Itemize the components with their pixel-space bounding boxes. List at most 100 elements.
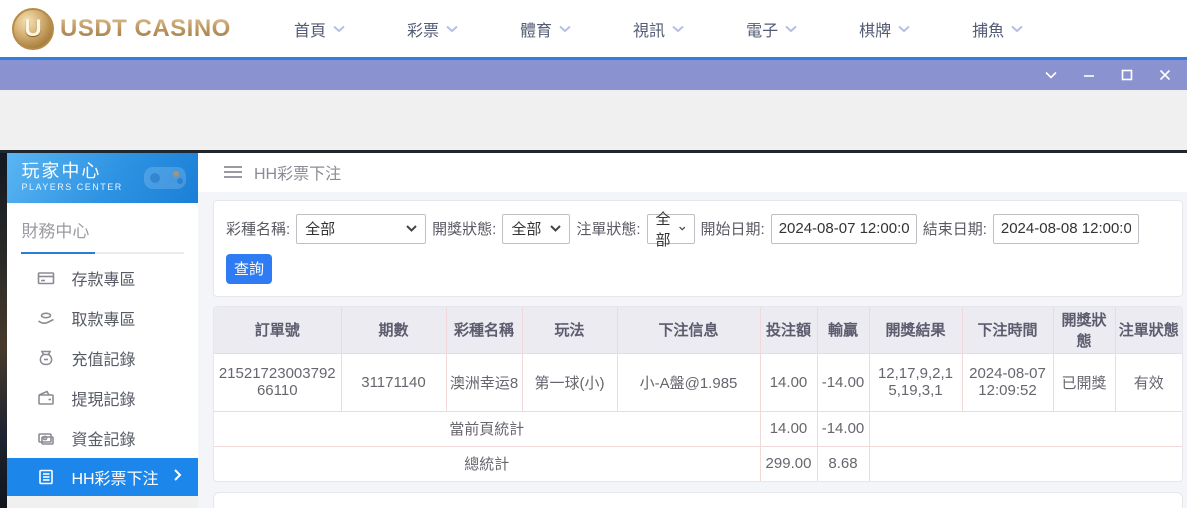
cell-order-no: 2152172300379266110 [214,353,341,411]
sidebar-item-withdraw[interactable]: 取款專區 [7,298,198,338]
chevron-down-icon [446,25,458,33]
page-title: HH彩票下注 [254,160,341,184]
lottery-select[interactable]: 全部 [296,214,426,244]
col-order-no: 訂單號 [214,307,341,354]
main-nav: 首頁 彩票 體育 視訊 電子 棋牌 捕魚 [294,17,1023,41]
col-play: 玩法 [522,307,617,354]
page-summary-row: 當前頁統計 14.00 -14.00 [214,411,1182,446]
breadcrumb: HH彩票下注 [198,153,1187,192]
main-content: HH彩票下注 彩種名稱: 全部 開獎狀態: 全部 注單狀態: [198,153,1187,508]
sidebar-item-label: 存款專區 [71,266,135,290]
order-status-select-value: 全部 [656,208,674,250]
total-summary-bet-amount: 299.00 [760,446,817,481]
close-icon[interactable] [1157,67,1173,83]
players-center-header: 玩家中心 PLAYERS CENTER [7,153,198,203]
withdrawal-record-icon [37,389,55,407]
start-date-input[interactable] [771,214,917,244]
start-date-label: 開始日期: [701,218,765,239]
nav-item-boardgames[interactable]: 棋牌 [859,17,910,41]
chevron-down-icon [559,25,571,33]
search-button[interactable]: 查詢 [226,254,272,284]
order-status-select-label: 注單狀態: [576,218,640,239]
end-date-input[interactable] [993,214,1139,244]
chevron-down-icon[interactable] [1043,67,1059,83]
draw-status-select[interactable]: 全部 [502,214,570,244]
sidebar-item-hh-lottery-bets[interactable]: HH彩票下注 [7,458,198,496]
sidebar-item-label: 取款專區 [71,306,135,330]
nav-item-slots[interactable]: 電子 [746,17,797,41]
nav-item-label: 視訊 [633,17,665,41]
col-draw-result: 開獎結果 [869,307,962,354]
total-summary-win-loss: 8.68 [817,446,869,481]
sidebar-item-deposit[interactable]: 存款專區 [7,258,198,298]
col-lottery: 彩種名稱 [446,307,522,354]
cell-order-status: 有效 [1115,353,1182,411]
nav-item-video[interactable]: 視訊 [633,17,684,41]
sidebar-body: 財務中心 存款專區 取款專區 [7,203,198,496]
cell-draw-result: 12,17,9,2,15,19,3,1 [869,353,962,411]
bets-table: 訂單號 期數 彩種名稱 玩法 下注信息 投注額 輸贏 開獎結果 下注時間 開獎狀… [214,307,1182,482]
draw-status-select-label: 開獎狀態: [432,218,496,239]
nav-item-fishing[interactable]: 捕魚 [972,17,1023,41]
recharge-bag-icon [37,349,55,367]
cell-lottery: 澳洲幸运8 [446,353,522,411]
page-summary-empty [869,411,1182,446]
bets-table-panel: 訂單號 期數 彩種名稱 玩法 下注信息 投注額 輸贏 開獎結果 下注時間 開獎狀… [213,306,1183,483]
content-area: 彩種名稱: 全部 開獎狀態: 全部 注單狀態: 全部 開始 [198,192,1187,508]
col-draw-status: 開獎狀態 [1053,307,1115,354]
sidebar-item-label: HH彩票下注 [71,465,158,489]
table-header-row: 訂單號 期數 彩種名稱 玩法 下注信息 投注額 輸贏 開獎結果 下注時間 開獎狀… [214,307,1182,354]
filter-panel: 彩種名稱: 全部 開獎狀態: 全部 注單狀態: 全部 開始 [213,200,1183,297]
chevron-down-icon [1011,25,1023,33]
nav-item-label: 首頁 [294,17,326,41]
page-summary-label: 當前頁統計 [214,411,760,446]
chevron-down-icon [406,225,417,232]
cell-bet-time: 2024-08-07 12:09:52 [962,353,1053,411]
lottery-bets-icon [37,468,55,486]
end-date-label: 結束日期: [923,218,987,239]
nav-item-label: 電子 [746,17,778,41]
brand-logo[interactable]: U USDT CASINO [12,8,242,50]
nav-item-home[interactable]: 首頁 [294,17,345,41]
finance-center-section: 財務中心 [7,203,198,254]
col-win-loss: 輸贏 [817,307,869,354]
col-bet-amount: 投注額 [760,307,817,354]
chevron-down-icon [785,25,797,33]
menu-toggle-icon[interactable] [224,166,242,178]
minimize-icon[interactable] [1081,67,1097,83]
chevron-down-icon [672,25,684,33]
col-bet-time: 下注時間 [962,307,1053,354]
maximize-icon[interactable] [1119,67,1135,83]
nav-item-lottery[interactable]: 彩票 [407,17,458,41]
order-status-select[interactable]: 全部 [647,214,695,244]
sidebar-item-funds-records[interactable]: 資金記錄 [7,418,198,458]
cell-win-loss: -14.00 [817,353,869,411]
total-summary-empty [869,446,1182,481]
nav-item-sports[interactable]: 體育 [520,17,571,41]
col-bet-info: 下注信息 [617,307,760,354]
nav-item-label: 體育 [520,17,552,41]
sidebar-item-label: 充值記錄 [71,346,135,370]
sidebar-item-recharge-records[interactable]: 充值記錄 [7,338,198,378]
deposit-card-icon [37,269,55,287]
nav-item-label: 彩票 [407,17,439,41]
nav-item-label: 棋牌 [859,17,891,41]
lottery-select-label: 彩種名稱: [226,218,290,239]
chevron-right-icon [173,468,182,487]
chevron-down-icon [679,225,685,232]
cell-bet-info: 小-A盤@1.985 [617,353,760,411]
brand-name: USDT CASINO [60,15,231,43]
brand-coin-icon: U [12,8,54,50]
lottery-select-value: 全部 [305,218,335,239]
cell-bet-amount: 14.00 [760,353,817,411]
chevron-down-icon [333,25,345,33]
window-titlebar [0,57,1187,90]
brand-coin-letter: U [24,15,41,43]
next-panel-partial [213,492,1183,508]
total-summary-row: 總統計 299.00 8.68 [214,446,1182,481]
withdraw-hand-icon [37,309,55,327]
chevron-down-icon [550,225,561,232]
table-row: 2152172300379266110 31171140 澳洲幸运8 第一球(小… [214,353,1182,411]
sidebar-item-withdrawal-records[interactable]: 提現記錄 [7,378,198,418]
page-summary-win-loss: -14.00 [817,411,869,446]
